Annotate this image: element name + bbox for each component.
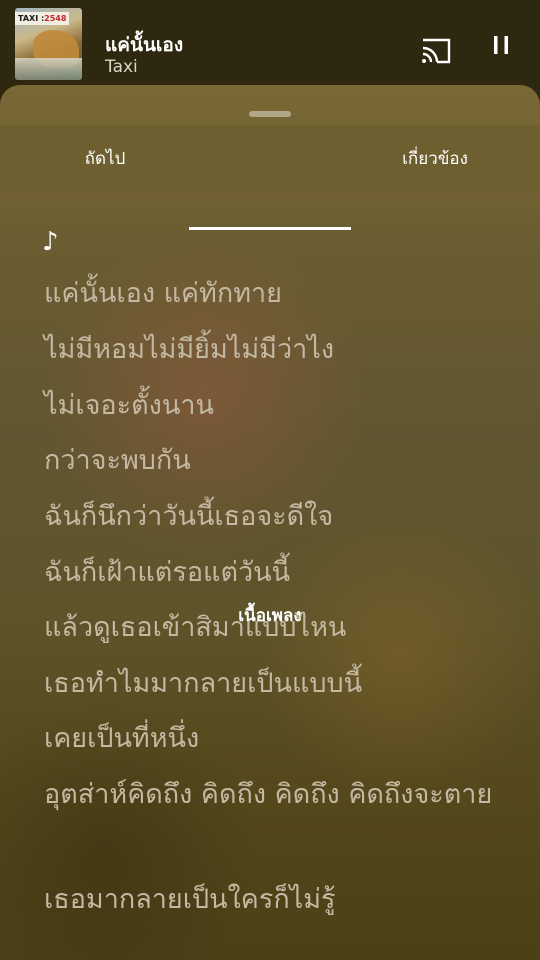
tab-bar: ถัดไป เนื้อเพลง เกี่ยวข้อง (0, 125, 540, 626)
lyrics-panel[interactable]: ♪ แค่นั้นเอง แค่ทักทาย ไม่มีหอมไม่มียิ้ม… (0, 191, 540, 960)
song-title: แค่นั้นเอง (105, 34, 184, 56)
lyric-line: ฉันก็เฝ้าแต่รอแต่วันนี้ (44, 557, 291, 588)
lyric-line: ไม่มีหอมไม่มียิ้มไม่มีว่าไง (44, 334, 335, 365)
drag-handle[interactable] (249, 111, 291, 117)
lyric-line: เธอมากลายเป็นใครก็ไม่รู้ (44, 884, 336, 915)
cast-icon[interactable] (419, 36, 453, 66)
lyric-line: อุตส่าห์คิดถึง คิดถึง คิดถึง คิดถึงจะตาย (44, 779, 493, 810)
lyric-line: แล้วดูเธอเข้าสิมาแบบไหน (44, 612, 347, 643)
lyrics-sheet: ถัดไป เนื้อเพลง เกี่ยวข้อง ♪ แค่นั้นเอง … (0, 85, 540, 960)
lyric-line: กว่าจะพบกัน (44, 445, 191, 476)
lyric-line: แค่นั้นเอง แค่ทักทาย (44, 278, 282, 309)
music-note-icon: ♪ (42, 227, 59, 257)
song-artist: Taxi (105, 57, 138, 77)
lyric-line: เธอทำไมมากลายเป็นแบบนี้ (44, 668, 363, 699)
tab-next[interactable]: ถัดไป (30, 125, 180, 191)
lyric-line: เคยเป็นที่หนึ่ง (44, 723, 200, 754)
lyric-line: ฉันก็นึกว่าวันนี้เธอจะดีใจ (44, 501, 334, 532)
pause-icon[interactable] (486, 30, 516, 60)
album-art[interactable]: TAXI :2548 (15, 8, 82, 80)
album-art-stamp: TAXI :2548 (15, 12, 70, 25)
tab-related[interactable]: เกี่ยวข้อง (360, 125, 510, 191)
lyric-line: ไม่เจอะตั้งนาน (44, 390, 214, 421)
